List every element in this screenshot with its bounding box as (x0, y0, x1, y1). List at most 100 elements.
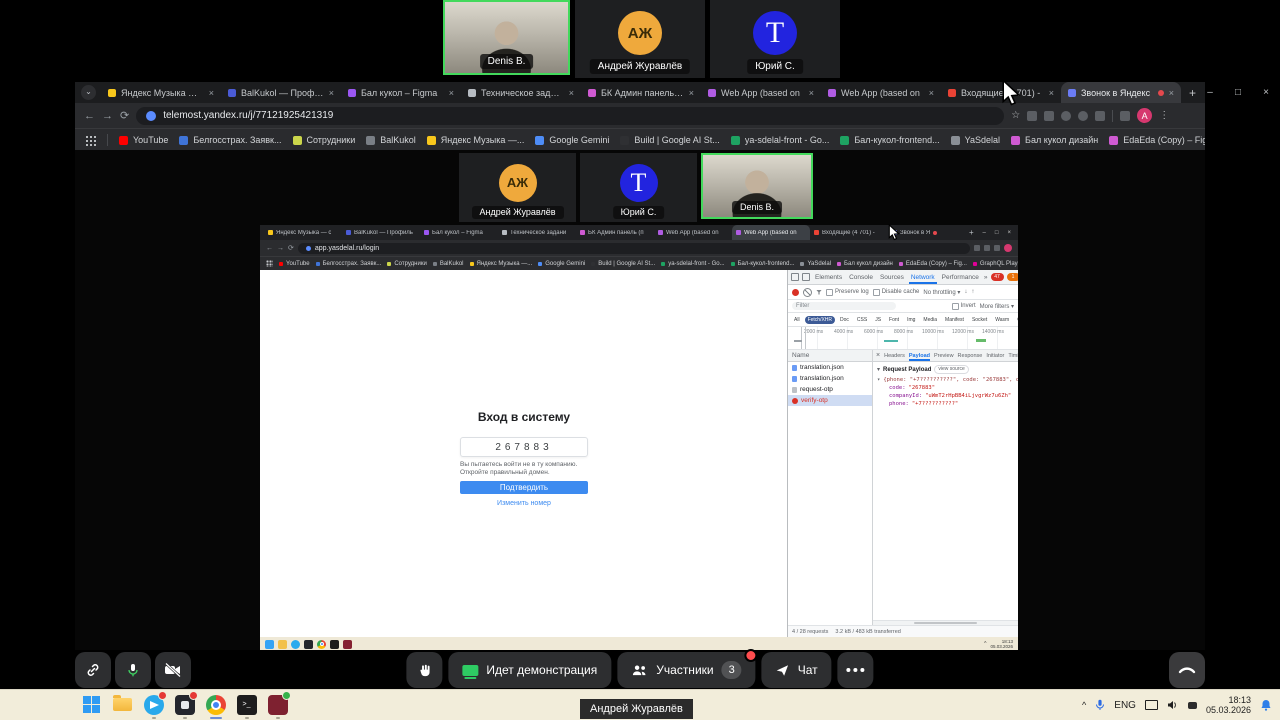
chat-button[interactable]: Чат (762, 652, 832, 688)
apps-grid-icon[interactable] (266, 260, 273, 267)
detail-tab[interactable]: Initiator (986, 351, 1004, 361)
participant-video-denis[interactable]: Denis B. (443, 0, 570, 75)
language-indicator[interactable]: ENG (1114, 700, 1136, 711)
back-button[interactable]: ← (266, 245, 273, 252)
bookmark-item[interactable]: Google Gemini (535, 135, 609, 145)
shared-browser-tab[interactable]: BalKukol — Профиль (342, 225, 420, 240)
bookmark-item[interactable]: Бал кукол дизайн (837, 261, 893, 267)
app-icon[interactable] (343, 640, 352, 649)
extensions-puzzle-icon[interactable] (1095, 111, 1105, 121)
browser-tab[interactable]: Техническое задани (461, 82, 581, 103)
bookmark-item[interactable]: Яндекс Музыка —... (427, 135, 525, 145)
network-filter-input[interactable]: Filter (792, 302, 896, 310)
close-detail-icon[interactable] (876, 352, 880, 359)
filter-chip[interactable]: Manifest (942, 316, 967, 324)
new-tab-button[interactable] (969, 228, 974, 237)
devtools-tab[interactable]: Sources (878, 271, 906, 284)
tab-close-icon[interactable] (1169, 88, 1174, 98)
expand-icon[interactable] (877, 366, 880, 374)
filter-icon[interactable] (816, 290, 822, 295)
bookmark-item[interactable]: Бал-кукол-frontend... (731, 261, 795, 267)
tab-close-icon[interactable] (209, 88, 214, 98)
bookmark-item[interactable]: Build | Google AI St... (620, 135, 719, 145)
chrome-icon[interactable] (317, 640, 326, 649)
headset-icon[interactable] (1188, 702, 1197, 709)
app-icon[interactable] (304, 640, 313, 649)
start-button[interactable] (265, 640, 274, 649)
copy-link-button[interactable] (75, 652, 111, 688)
tab-close-icon[interactable] (809, 88, 814, 98)
apps-grid-icon[interactable] (85, 135, 96, 146)
bookmark-item[interactable]: Белгосстрах. Заявк... (179, 135, 281, 145)
filter-chip[interactable]: Fetch/XHR (805, 316, 835, 324)
speaker-icon[interactable] (1167, 700, 1179, 710)
detail-tab[interactable]: Timing (1008, 351, 1018, 361)
detail-tab[interactable]: Headers (884, 351, 905, 361)
telegram-button[interactable] (142, 693, 165, 716)
confirm-button[interactable]: Подтвердить (460, 481, 588, 494)
more-options-button[interactable] (838, 652, 874, 688)
chrome-button[interactable] (204, 693, 227, 716)
filter-chip[interactable]: Img (904, 316, 918, 324)
tab-close-icon[interactable] (569, 88, 574, 98)
profile-avatar[interactable] (1004, 244, 1012, 252)
filter-chip[interactable]: CSS (854, 316, 870, 324)
more-filters-button[interactable]: More filters (980, 303, 1014, 310)
more-tabs-icon[interactable] (984, 274, 988, 281)
detail-tab[interactable]: Preview (934, 351, 954, 361)
extension-icon[interactable] (974, 245, 980, 251)
messenger-button[interactable] (173, 693, 196, 716)
shared-browser-tab[interactable]: Web App (based on (732, 225, 810, 240)
tab-search-button[interactable] (81, 85, 96, 100)
media-controls-icon[interactable] (1120, 111, 1130, 121)
forward-button[interactable] (102, 110, 113, 122)
record-button[interactable] (792, 289, 799, 296)
devtools-tab[interactable]: Performance (940, 271, 981, 284)
inspect-icon[interactable] (791, 273, 799, 281)
tab-close-icon[interactable] (1049, 88, 1054, 98)
bookmark-item[interactable]: YouTube (279, 261, 310, 267)
browser-tab[interactable]: БК Админ панель (п (581, 82, 701, 103)
shared-browser-tab[interactable]: Web App (based on (654, 225, 732, 240)
telegram-icon[interactable] (291, 640, 300, 649)
invert-checkbox[interactable]: Invert (952, 303, 976, 310)
throttling-select[interactable]: No throttling (923, 289, 960, 296)
profile-avatar[interactable]: A (1137, 108, 1152, 123)
browser-tab[interactable]: Web App (based on (821, 82, 941, 103)
horizontal-scrollbar[interactable] (873, 620, 1018, 625)
device-toolbar-icon[interactable] (802, 273, 810, 281)
bookmark-item[interactable]: ya-sdelal-front - Go... (731, 135, 830, 145)
filter-chip[interactable]: Doc (837, 316, 852, 324)
extension-icon[interactable] (984, 245, 990, 251)
shared-browser-tab[interactable]: Яндекс Музыка — с (264, 225, 342, 240)
bookmark-item[interactable]: Google Gemini (538, 261, 585, 267)
address-bar[interactable]: app.yasdelal.ru/login (298, 243, 970, 254)
app-button[interactable] (266, 693, 289, 716)
expand-icon[interactable] (877, 376, 880, 384)
minimize-button[interactable] (983, 230, 986, 236)
terminal-icon[interactable] (330, 640, 339, 649)
filter-chip[interactable]: Socket (969, 316, 990, 324)
back-button[interactable] (84, 110, 95, 122)
filter-chip[interactable]: Font (886, 316, 902, 324)
extension-icon[interactable] (1027, 111, 1037, 121)
request-row[interactable]: verify-otp (788, 395, 872, 406)
bookmark-item[interactable]: Яндекс Музыка —... (470, 261, 533, 267)
bookmark-item[interactable]: YaSdelal (800, 261, 831, 267)
filter-chip[interactable]: Media (920, 316, 940, 324)
filter-chip[interactable]: Wasm (992, 316, 1012, 324)
shared-browser-tab[interactable]: Входящие (4 701) - (810, 225, 888, 240)
request-row[interactable]: translation.json (788, 362, 872, 373)
tray-chevron-icon[interactable]: ^ (984, 641, 986, 647)
microphone-button[interactable] (115, 652, 151, 688)
participant-tile-andrey[interactable]: АЖ Андрей Журавлёв (575, 0, 705, 78)
extension-icon[interactable] (1061, 111, 1071, 121)
explorer-icon[interactable] (278, 640, 287, 649)
extension-icon[interactable] (1078, 111, 1088, 121)
browser-tab[interactable]: Web App (based on (701, 82, 821, 103)
terminal-button[interactable] (235, 693, 258, 716)
import-har-icon[interactable] (964, 289, 967, 295)
view-source-button[interactable]: view source (934, 365, 968, 374)
cast-icon[interactable] (1145, 700, 1158, 710)
tab-close-icon[interactable] (689, 88, 694, 98)
